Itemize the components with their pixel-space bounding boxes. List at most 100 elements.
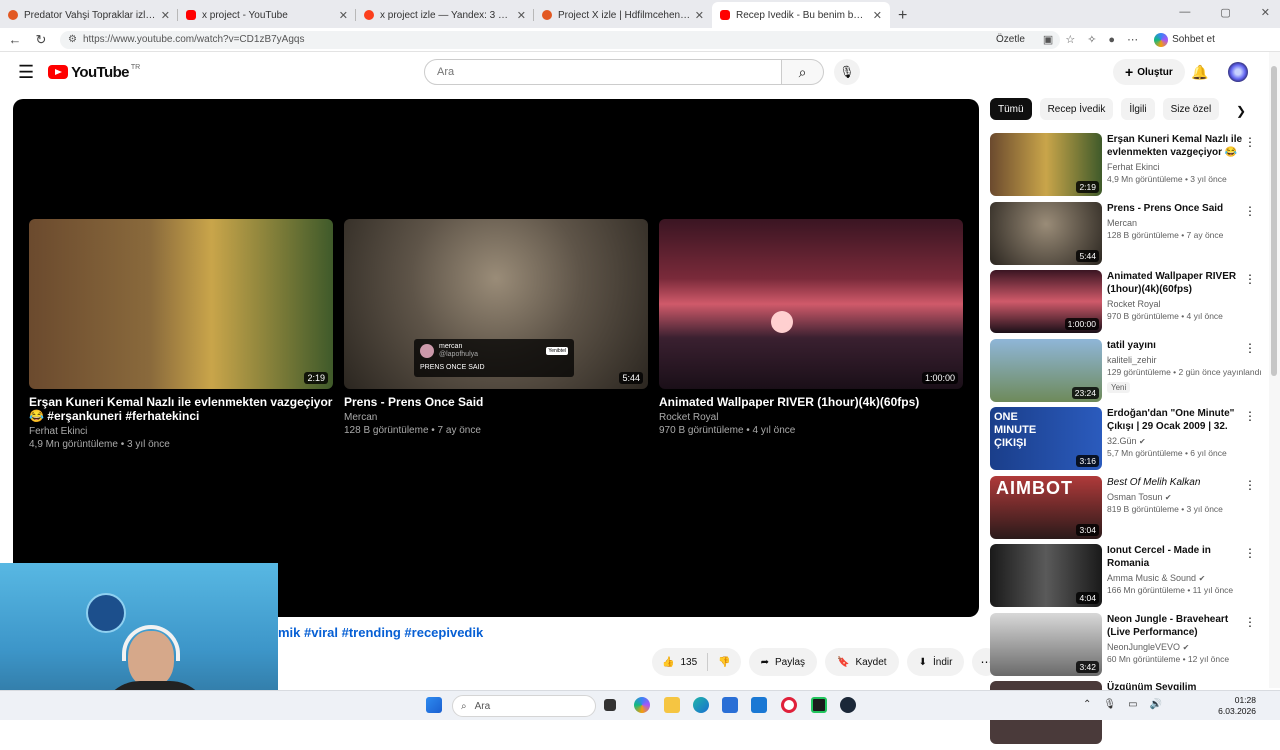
scrollbar-thumb[interactable] [1271,66,1277,376]
windows-start-icon[interactable] [426,697,442,713]
chevron-right-icon[interactable]: ❯ [1236,104,1246,118]
maximize-icon[interactable]: ▢ [1220,6,1230,19]
browser-tab[interactable]: Project X izle | Hdfilmcehennemi | ✕ [534,2,712,28]
page-scrollbar[interactable] [1269,52,1280,688]
related-video-item[interactable]: 2:19 Erşan Kuneri Kemal Nazlı ile evlenm… [990,133,1266,202]
chip-for-you[interactable]: Size özel [1162,98,1220,120]
minimize-icon[interactable]: — [1179,6,1190,19]
end-screen-card[interactable]: 2:19 Erşan Kuneri Kemal Nazlı ile evlenm… [29,219,333,450]
tab-title: Predator Vahşi Topraklar izle | Hdfi [24,9,157,21]
voice-search-button[interactable]: 🎙 [834,59,860,85]
related-video-item[interactable]: ONE MINUTE ÇIKIŞI 3:16 Erdoğan'dan "One M… [990,407,1266,476]
refresh-icon[interactable]: ↻ [30,32,52,48]
related-video-item[interactable]: 4:04 Ionut Cercel - Made in Romania Amma … [990,544,1266,613]
close-window-icon[interactable]: ✕ [1261,6,1270,19]
related-video-item[interactable]: 1:00:00 Animated Wallpaper RIVER (1hour)… [990,270,1266,339]
share-icon: ➦ [760,656,769,668]
youtube-logo[interactable]: YouTube TR [48,64,140,81]
browser-tab[interactable]: x project - YouTube ✕ [178,2,356,28]
new-tab-button[interactable]: + [898,4,907,28]
copilot-button[interactable]: Sohbet et [1154,32,1215,47]
steam-icon[interactable] [840,697,856,713]
close-icon[interactable]: ✕ [517,9,526,22]
video-thumbnail: 3:42 [990,612,1102,676]
close-icon[interactable]: ✕ [339,9,348,22]
edge-icon[interactable] [693,697,709,713]
back-icon[interactable]: ← [4,32,26,47]
notifications-bell-icon[interactable]: 🔔 [1191,64,1208,81]
close-icon[interactable]: ✕ [695,9,704,22]
video-hashtags[interactable]: mik #viral #trending #recepivedik [278,625,483,640]
like-button[interactable]: 👍 135 [652,648,707,676]
duration-badge: 2:19 [304,372,328,384]
overlay-name: mercan [439,343,463,350]
url-field[interactable]: ⚙ https://www.youtube.com/watch?v=CD1zB7y… [60,30,1060,49]
tab-title: Project X izle | Hdfilmcehennemi | [558,9,691,21]
create-button[interactable]: + Oluştur [1113,59,1185,85]
search-button[interactable]: ⌕ [782,59,824,85]
favorite-star-icon[interactable]: ☆ [1065,33,1075,46]
related-video-item[interactable]: 23:24 tatil yayını kaliteli_zehir 129 görü… [990,338,1266,408]
browser-tab[interactable]: x project izle — Yandex: 3 milyon ✕ [356,2,534,28]
browser-tab-active[interactable]: Recep İvedik - Bu benim babam # ✕ [712,2,890,28]
channel-name: Osman Tosun [1107,491,1163,502]
kebab-menu-icon[interactable]: ⋮ [1244,546,1256,560]
kebab-menu-icon[interactable]: ⋮ [1244,409,1256,423]
chip-recep-ivedik[interactable]: Recep İvedik [1039,98,1114,120]
opera-icon[interactable] [781,697,797,713]
kebab-menu-icon[interactable]: ⋮ [1244,341,1256,355]
end-screen-card[interactable]: mercan @lapofhulya Yenibtel PRENS ONCE SA… [344,219,648,436]
chevron-up-icon[interactable]: ⌃ [1083,699,1091,710]
kebab-menu-icon[interactable]: ⋮ [1244,204,1256,218]
copilot-app-icon[interactable] [634,697,650,713]
reader-mode-icon[interactable]: ▣ [1043,33,1053,46]
end-card-title: Prens - Prens Once Said [344,395,484,409]
video-thumbnail: ONE MINUTE ÇIKIŞI 3:16 [990,407,1102,470]
taskbar-search[interactable]: ⌕ Ara [452,695,596,717]
close-icon[interactable]: ✕ [161,9,170,22]
mic-tray-icon[interactable]: 🎙 [1103,699,1116,710]
task-view-icon[interactable] [604,699,616,711]
video-thumbnail: 23:24 [990,338,1102,402]
file-explorer-icon[interactable] [664,697,680,713]
avatar[interactable] [1228,62,1248,82]
kebab-menu-icon[interactable]: ⋮ [1244,135,1256,149]
browser-tab[interactable]: Predator Vahşi Topraklar izle | Hdfi ✕ [0,2,178,28]
kebab-menu-icon[interactable]: ⋮ [1244,615,1256,629]
download-button[interactable]: ⬇ İndir [906,648,965,676]
video-title: Ionut Cercel - Made in Romania [1107,545,1211,569]
profile-icon[interactable]: ● [1108,34,1115,46]
save-button[interactable]: 🔖 Kaydet [825,648,899,676]
app-icon[interactable] [811,697,827,713]
related-video-item[interactable]: 3:42 Neon Jungle - Braveheart (Live Perf… [990,612,1266,682]
site-info-icon[interactable]: ⚙ [68,34,77,45]
summarize-button[interactable]: Özetle [996,34,1025,45]
chip-all[interactable]: Tümü [990,98,1032,120]
favorites-icon[interactable]: ✧ [1087,33,1096,46]
overlay-button: Yenibtel [546,347,568,355]
video-meta: 819 B görüntüleme • 3 yıl önce [1107,503,1223,514]
download-label: İndir [932,656,953,668]
share-button[interactable]: ➦ Paylaş [748,648,817,676]
related-video-item[interactable]: 5:44 Prens - Prens Once Said Mercan 128 B … [990,201,1266,271]
network-icon[interactable]: ▭ [1128,699,1137,710]
related-video-item[interactable]: AIMBOT 3:04 Best Of Melih Kalkan Osman Tos… [990,475,1266,545]
dislike-button[interactable]: 👎 [708,648,740,676]
store-icon[interactable] [722,697,738,713]
duration-badge: 2:19 [1076,181,1099,193]
search-input[interactable] [424,59,782,85]
windows-taskbar: ⌕ Ara ⌃ 🎙 ▭ 🔊 01:28 6.03.2026 [0,690,1280,720]
duration-badge: 3:42 [1076,660,1099,673]
volume-icon[interactable]: 🔊 [1150,699,1162,710]
more-icon[interactable]: ⋯ [1127,33,1138,46]
chip-related[interactable]: İlgili [1121,98,1155,120]
kebab-menu-icon[interactable]: ⋮ [1244,272,1256,286]
tab-title: x project izle — Yandex: 3 milyon [380,9,513,21]
taskbar-clock[interactable]: 01:28 6.03.2026 [1218,695,1256,717]
close-icon[interactable]: ✕ [873,9,882,22]
plus-icon: + [1125,64,1134,80]
menu-icon[interactable]: ☰ [18,62,34,83]
mail-icon[interactable] [751,697,767,713]
kebab-menu-icon[interactable]: ⋮ [1244,478,1256,492]
end-screen-card[interactable]: 1:00:00 Animated Wallpaper RIVER (1hour)… [659,219,963,436]
